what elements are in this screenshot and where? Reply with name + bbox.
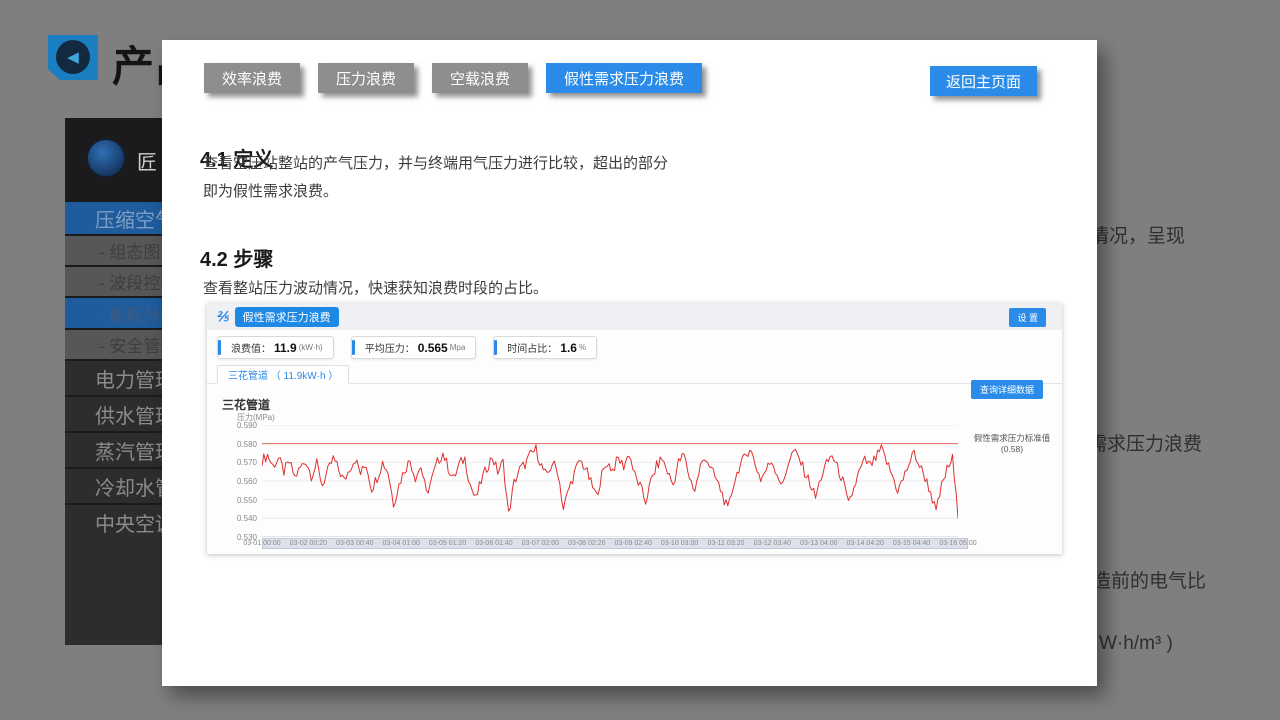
x-tick-12: 03-13 04:00 xyxy=(796,540,842,547)
partial-slide-text-1: 需求压力浪费 xyxy=(1088,429,1202,456)
definition-line2: 即为假性需求浪费。 xyxy=(203,178,668,206)
nav-tab-2[interactable]: 空载浪费 xyxy=(432,63,528,93)
query-detail-button[interactable]: 查询详细数据 xyxy=(971,380,1043,399)
y-tick-4: 0.550 xyxy=(223,496,257,505)
nav-tab-1[interactable]: 压力浪费 xyxy=(318,63,414,93)
return-home-button[interactable]: 返回主页面 xyxy=(930,66,1037,96)
x-tick-14: 03-15 04:40 xyxy=(889,540,935,547)
back-button[interactable]: ◀ xyxy=(48,35,98,80)
partial-slide-text-2: 造前的电气比 xyxy=(1092,566,1206,593)
x-tick-1: 03-02 00:20 xyxy=(285,540,331,547)
partial-slide-text-0: 情况，呈现 xyxy=(1090,221,1185,248)
x-tick-11: 03-12 03:40 xyxy=(749,540,795,547)
x-tick-3: 03-04 01:00 xyxy=(378,540,424,547)
waste-type-tabs: 效率浪费压力浪费空载浪费假性需求压力浪费 xyxy=(204,63,702,93)
y-tick-0: 0.590 xyxy=(223,421,257,430)
y-tick-5: 0.540 xyxy=(223,514,257,523)
y-tick-2: 0.570 xyxy=(223,458,257,467)
section-heading-steps: 4.2 步骤 xyxy=(200,243,273,272)
settings-button[interactable]: 设 置 xyxy=(1009,308,1046,327)
waste-badge: 假性需求压力浪费 xyxy=(235,307,339,327)
x-tick-8: 03-09 02:40 xyxy=(610,540,656,547)
stats-row: 浪费值：11.9(kW·h) 平均压力：0.565Mpa 时间占比：1.6% xyxy=(217,336,597,359)
x-tick-15: 03-16 05:00 xyxy=(935,540,981,547)
back-arrow-icon: ◀ xyxy=(56,40,90,74)
nav-tab-0[interactable]: 效率浪费 xyxy=(204,63,300,93)
app-logo-text: 匠 xyxy=(137,146,157,175)
app-logo-icon xyxy=(87,139,125,177)
y-tick-3: 0.560 xyxy=(223,477,257,486)
steps-line1: 查看整站压力波动情况，快速获知浪费时段的占比。 xyxy=(203,275,548,303)
pressure-line-chart xyxy=(262,425,958,537)
stat-card-0: 浪费值：11.9(kW·h) xyxy=(217,336,334,359)
x-tick-9: 03-10 03:00 xyxy=(657,540,703,547)
x-tick-13: 03-14 04:20 xyxy=(842,540,888,547)
x-tick-10: 03-11 03:20 xyxy=(703,540,749,547)
threshold-annotation: 假性需求压力标准值 (0.58) xyxy=(962,433,1062,455)
x-tick-4: 03-05 01:20 xyxy=(425,540,471,547)
x-tick-7: 03-08 02:20 xyxy=(564,540,610,547)
y-tick-1: 0.580 xyxy=(223,440,257,449)
definition-text: 查看空压站整站的产气压力，并与终端用气压力进行比较，超出的部分 即为假性需求浪费… xyxy=(203,150,668,206)
stat-card-1: 平均压力：0.565Mpa xyxy=(351,336,477,359)
partial-slide-text-3: W·h/m³ ) xyxy=(1099,633,1173,655)
pipe-tab[interactable]: 三花管道 （ 11.9kW·h ） xyxy=(217,365,349,384)
x-tick-0: 03-01 00:00 xyxy=(239,540,285,547)
x-tick-6: 03-07 02:00 xyxy=(517,540,563,547)
definition-line1: 查看空压站整站的产气压力，并与终端用气压力进行比较，超出的部分 xyxy=(203,150,668,178)
pipe-tab-strip: 三花管道 （ 11.9kW·h ） xyxy=(207,365,1062,384)
nav-tab-3[interactable]: 假性需求压力浪费 xyxy=(546,63,702,93)
screenshot-header: ⅖ 假性需求压力浪费 设 置 xyxy=(207,303,1062,330)
x-tick-5: 03-06 01:40 xyxy=(471,540,517,547)
stat-card-2: 时间占比：1.6% xyxy=(493,336,597,359)
dashboard-screenshot: ⅖ 假性需求压力浪费 设 置 浪费值：11.9(kW·h) 平均压力：0.565M… xyxy=(207,303,1062,554)
chart-title: 三花管道 xyxy=(222,396,270,413)
x-tick-2: 03-03 00:40 xyxy=(332,540,378,547)
percent-waste-icon: ⅖ xyxy=(216,309,229,325)
content-modal: 效率浪费压力浪费空载浪费假性需求压力浪费 返回主页面 4.1 定义 查看空压站整… xyxy=(162,40,1097,686)
